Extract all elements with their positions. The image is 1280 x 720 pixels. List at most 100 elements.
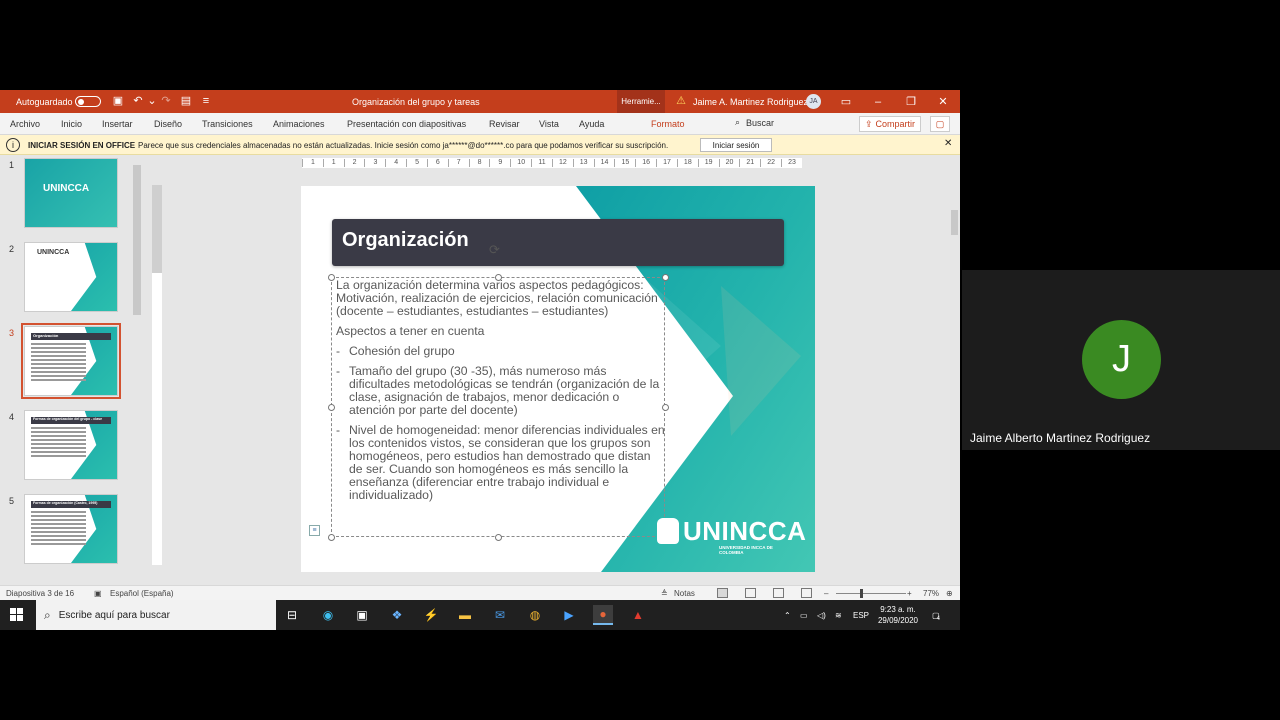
notification-icon[interactable]: ▢ 4 — [932, 600, 940, 630]
share-button[interactable]: ⇪ Compartir — [859, 116, 921, 132]
tray-expand-icon[interactable]: ⌃ — [784, 600, 791, 630]
zoom-in-icon[interactable]: + — [907, 586, 912, 601]
redo-icon[interactable]: ↷ — [160, 95, 172, 107]
resize-handle[interactable] — [328, 534, 335, 541]
slide-sorter-icon[interactable] — [745, 588, 756, 598]
autosave-toggle[interactable] — [75, 96, 101, 107]
thumbnail-row[interactable]: 5 Formas de organización (Castro, 1995) — [0, 494, 145, 566]
normal-view-icon[interactable] — [717, 588, 728, 598]
bullet-marker: - — [336, 364, 341, 378]
tab-formato[interactable]: Formato — [651, 113, 685, 135]
undo-icon[interactable]: ↶ — [132, 95, 144, 107]
user-name[interactable]: Jaime A. Martinez Rodriguez — [693, 90, 808, 113]
slideshow-icon[interactable] — [801, 588, 812, 598]
comments-icon[interactable]: ▢ — [930, 116, 950, 132]
thumbnail-row[interactable]: 3 Organización — [0, 323, 145, 399]
volume-icon[interactable]: ◁) — [817, 600, 826, 630]
tools-tab[interactable]: Herramie... — [617, 90, 665, 113]
tab-diseno[interactable]: Diseño — [154, 113, 182, 135]
rotate-handle-icon[interactable]: ⟳ — [489, 242, 500, 258]
zoom-slider[interactable] — [836, 593, 906, 594]
ribbon-display-icon[interactable]: ▭ — [831, 90, 861, 113]
current-slide[interactable]: Organización ⟳ La organización determina… — [301, 186, 815, 572]
file-explorer-icon[interactable]: ▬ — [455, 605, 475, 625]
app-icon[interactable]: ⚡ — [421, 605, 441, 625]
participant-name: Jaime Alberto Martinez Rodriguez — [970, 431, 1151, 445]
close-icon[interactable]: ✕ — [928, 90, 958, 113]
tab-archivo[interactable]: Archivo — [10, 113, 40, 135]
thumbnails-scrollbar[interactable] — [132, 155, 142, 585]
zoom-level[interactable]: 77% — [923, 586, 939, 601]
slide-thumbnail[interactable]: UNINCCA — [24, 242, 118, 312]
title-bar: Autoguardado ▣ ↶ ⌄ ↷ ▤ ≡ Organización de… — [0, 90, 960, 113]
meeting-app-icon[interactable]: ▶ — [559, 605, 579, 625]
dropbox-icon[interactable]: ❖ — [387, 605, 407, 625]
search-box[interactable]: ⌕ Buscar — [735, 117, 774, 128]
reading-view-icon[interactable] — [773, 588, 784, 598]
thumbnail-row[interactable]: 2 UNINCCA — [0, 242, 145, 314]
zoom-slider-knob[interactable] — [860, 589, 863, 598]
tab-vista[interactable]: Vista — [539, 113, 559, 135]
slide-title-box[interactable]: Organización — [332, 219, 784, 266]
layout-options-icon[interactable]: ≡ — [309, 525, 320, 536]
resize-handle[interactable] — [328, 274, 335, 281]
spellcheck-icon[interactable]: ▣ — [94, 586, 102, 601]
thumbnail-row[interactable]: 1 UNINCCA — [0, 158, 145, 230]
slide-thumbnail[interactable]: Formas de organización (Castro, 1995) — [24, 494, 118, 564]
save-icon[interactable]: ▣ — [112, 95, 124, 107]
task-view-icon[interactable]: ⊟ — [282, 605, 302, 625]
battery-icon[interactable]: ▭ — [800, 600, 808, 630]
tab-presentacion[interactable]: Presentación con diapositivas — [347, 113, 466, 135]
tab-ayuda[interactable]: Ayuda — [579, 113, 604, 135]
sign-in-button[interactable]: Iniciar sesión — [700, 138, 772, 152]
tab-animaciones[interactable]: Animaciones — [273, 113, 325, 135]
slide-thumbnail-active[interactable]: Organización — [21, 323, 121, 399]
thumbnail-row[interactable]: 4 Formas de organización del grupo - cla… — [0, 410, 145, 482]
resize-handle[interactable] — [328, 404, 335, 411]
tab-inicio[interactable]: Inicio — [61, 113, 82, 135]
fit-slide-icon[interactable]: ⊕ — [946, 586, 953, 601]
vertical-ruler — [152, 185, 162, 565]
ruler-tick: 7 — [447, 159, 469, 167]
acrobat-icon[interactable]: ▲ — [628, 605, 648, 625]
notes-icon[interactable]: ≜ — [661, 586, 668, 601]
tab-transiciones[interactable]: Transiciones — [202, 113, 253, 135]
zoom-out-icon[interactable]: – — [824, 586, 828, 601]
tab-revisar[interactable]: Revisar — [489, 113, 520, 135]
resize-handle[interactable] — [495, 534, 502, 541]
ruler-tick: 16 — [635, 159, 656, 167]
mail-icon[interactable]: ✉ — [490, 605, 510, 625]
chrome-icon[interactable]: ◍ — [525, 605, 545, 625]
customize-qat-icon[interactable]: ≡ — [200, 95, 212, 107]
wifi-icon[interactable]: ≋ — [835, 600, 842, 630]
ruler-tick: 15 — [614, 159, 635, 167]
language-label[interactable]: Español (España) — [110, 586, 174, 601]
editor-scrollbar[interactable] — [949, 155, 960, 585]
chevron-down-icon[interactable]: ⌄ — [146, 95, 158, 107]
clock[interactable]: 9:23 a. m. 29/09/2020 — [868, 604, 928, 626]
participant-tile[interactable]: J Jaime Alberto Martinez Rodriguez — [962, 270, 1280, 450]
minimize-icon[interactable]: – — [863, 90, 893, 113]
edge-icon[interactable]: ◉ — [318, 605, 338, 625]
bullet-marker: - — [336, 423, 341, 437]
ruler-tick: 13 — [572, 159, 594, 167]
warning-icon: ⚠ — [676, 95, 686, 107]
user-avatar[interactable]: JA — [806, 94, 821, 109]
tab-insertar[interactable]: Insertar — [102, 113, 133, 135]
maximize-icon[interactable]: ❐ — [896, 90, 926, 113]
notes-button[interactable]: Notas — [674, 586, 695, 601]
scrollbar-thumb[interactable] — [951, 210, 958, 235]
windows-start-icon[interactable] — [10, 608, 24, 622]
start-presentation-icon[interactable]: ▤ — [180, 95, 192, 107]
slide-body-text[interactable]: La organización determina varios aspecto… — [336, 279, 666, 509]
slide-thumbnail[interactable]: UNINCCA — [24, 158, 118, 228]
scrollbar-thumb[interactable] — [133, 165, 141, 315]
powerpoint-icon[interactable]: ● — [593, 605, 613, 625]
taskbar-search[interactable]: ⌕ Escribe aquí para buscar — [36, 600, 276, 630]
store-icon[interactable]: ▣ — [352, 605, 372, 625]
slide-thumbnail[interactable]: Formas de organización del grupo - clase — [24, 410, 118, 480]
intro-paragraph: La organización determina varios aspecto… — [336, 278, 658, 318]
language-indicator[interactable]: ESP — [853, 600, 869, 630]
thumbnail-title: Formas de organización (Castro, 1995) — [33, 501, 98, 505]
close-icon[interactable]: ✕ — [944, 138, 952, 149]
